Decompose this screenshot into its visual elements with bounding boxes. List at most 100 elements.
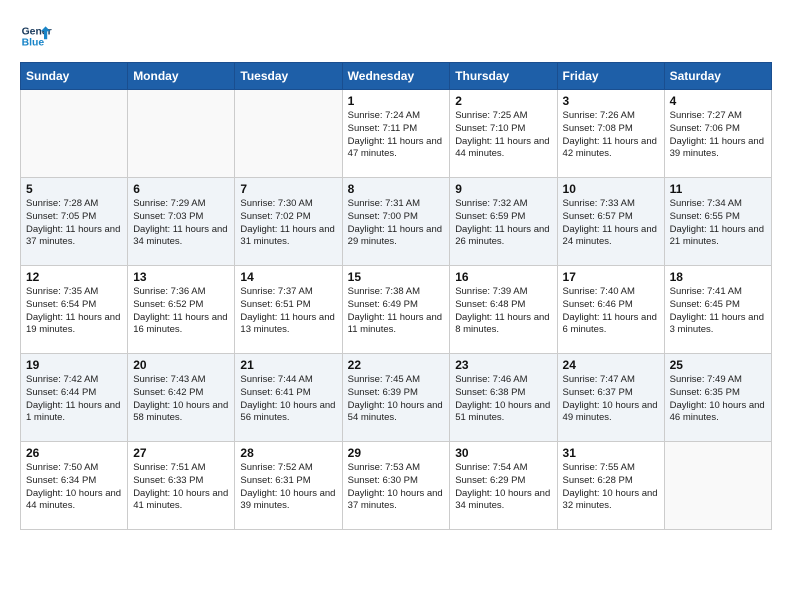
cell-info: Sunrise: 7:27 AM Sunset: 7:06 PM Dayligh… — [670, 110, 766, 161]
cell-info: Sunrise: 7:54 AM Sunset: 6:29 PM Dayligh… — [455, 462, 551, 513]
day-number: 9 — [455, 182, 551, 196]
calendar-cell: 13Sunrise: 7:36 AM Sunset: 6:52 PM Dayli… — [128, 266, 235, 354]
day-number: 24 — [563, 358, 659, 372]
calendar-cell: 26Sunrise: 7:50 AM Sunset: 6:34 PM Dayli… — [21, 442, 128, 530]
day-number: 11 — [670, 182, 766, 196]
calendar-cell: 29 Sunrise: 7:53 AM Sunset: 6:30 PM Dayli… — [342, 442, 450, 530]
day-number: 19 — [26, 358, 122, 372]
logo: General Blue — [20, 20, 56, 52]
page-header: General Blue — [20, 20, 772, 52]
day-number: 20 — [133, 358, 229, 372]
calendar-cell — [21, 90, 128, 178]
cell-info: Sunrise: 7:43 AM Sunset: 6:42 PM Dayligh… — [133, 374, 229, 425]
day-number: 18 — [670, 270, 766, 284]
day-number: 15 — [348, 270, 445, 284]
cell-info: Sunrise: 7:28 AM Sunset: 7:05 PM Dayligh… — [26, 198, 122, 249]
day-number: 12 — [26, 270, 122, 284]
cell-info: Sunrise: 7:34 AM Sunset: 6:55 PM Dayligh… — [670, 198, 766, 249]
cell-info: Sunrise: 7:53 AM Sunset: 6:30 PM Dayligh… — [348, 462, 445, 513]
cell-info: Sunrise: 7:55 AM Sunset: 6:28 PM Dayligh… — [563, 462, 659, 513]
calendar-cell: 2 Sunrise: 7:25 AM Sunset: 7:10 PM Daylig… — [450, 90, 557, 178]
calendar-cell: 1 Sunrise: 7:24 AM Sunset: 7:11 PM Daylig… — [342, 90, 450, 178]
cell-info: Sunrise: 7:44 AM Sunset: 6:41 PM Dayligh… — [240, 374, 336, 425]
calendar-table: SundayMondayTuesdayWednesdayThursdayFrid… — [20, 62, 772, 530]
calendar-cell: 28 Sunrise: 7:52 AM Sunset: 6:31 PM Dayli… — [235, 442, 342, 530]
day-number: 31 — [563, 446, 659, 460]
cell-info: Sunrise: 7:52 AM Sunset: 6:31 PM Dayligh… — [240, 462, 336, 513]
calendar-cell: 23 Sunrise: 7:46 AM Sunset: 6:38 PM Dayli… — [450, 354, 557, 442]
calendar-cell: 9 Sunrise: 7:32 AM Sunset: 6:59 PM Daylig… — [450, 178, 557, 266]
calendar-cell: 31 Sunrise: 7:55 AM Sunset: 6:28 PM Dayli… — [557, 442, 664, 530]
day-number: 27 — [133, 446, 229, 460]
header-row: SundayMondayTuesdayWednesdayThursdayFrid… — [21, 63, 772, 90]
calendar-cell — [128, 90, 235, 178]
day-number: 17 — [563, 270, 659, 284]
cell-info: Sunrise: 7:40 AM Sunset: 6:46 PM Dayligh… — [563, 286, 659, 337]
cell-info: Sunrise: 7:49 AM Sunset: 6:35 PM Dayligh… — [670, 374, 766, 425]
calendar-cell: 22 Sunrise: 7:45 AM Sunset: 6:39 PM Dayli… — [342, 354, 450, 442]
day-number: 21 — [240, 358, 336, 372]
svg-text:General: General — [22, 26, 52, 37]
day-number: 5 — [26, 182, 122, 196]
week-row-5: 26Sunrise: 7:50 AM Sunset: 6:34 PM Dayli… — [21, 442, 772, 530]
calendar-cell: 6Sunrise: 7:29 AM Sunset: 7:03 PM Daylig… — [128, 178, 235, 266]
day-number: 25 — [670, 358, 766, 372]
day-number: 2 — [455, 94, 551, 108]
calendar-cell: 12Sunrise: 7:35 AM Sunset: 6:54 PM Dayli… — [21, 266, 128, 354]
calendar-cell: 14 Sunrise: 7:37 AM Sunset: 6:51 PM Dayli… — [235, 266, 342, 354]
calendar-cell: 21 Sunrise: 7:44 AM Sunset: 6:41 PM Dayli… — [235, 354, 342, 442]
header-cell-monday: Monday — [128, 63, 235, 90]
logo-icon: General Blue — [20, 20, 52, 52]
day-number: 10 — [563, 182, 659, 196]
day-number: 22 — [348, 358, 445, 372]
calendar-cell: 24 Sunrise: 7:47 AM Sunset: 6:37 PM Dayli… — [557, 354, 664, 442]
calendar-cell: 27 Sunrise: 7:51 AM Sunset: 6:33 PM Dayli… — [128, 442, 235, 530]
cell-info: Sunrise: 7:26 AM Sunset: 7:08 PM Dayligh… — [563, 110, 659, 161]
day-number: 3 — [563, 94, 659, 108]
day-number: 4 — [670, 94, 766, 108]
calendar-cell: 5 Sunrise: 7:28 AM Sunset: 7:05 PM Daylig… — [21, 178, 128, 266]
cell-info: Sunrise: 7:39 AM Sunset: 6:48 PM Dayligh… — [455, 286, 551, 337]
cell-info: Sunrise: 7:32 AM Sunset: 6:59 PM Dayligh… — [455, 198, 551, 249]
header-cell-sunday: Sunday — [21, 63, 128, 90]
week-row-4: 19Sunrise: 7:42 AM Sunset: 6:44 PM Dayli… — [21, 354, 772, 442]
calendar-cell: 18 Sunrise: 7:41 AM Sunset: 6:45 PM Dayli… — [664, 266, 771, 354]
calendar-cell: 16 Sunrise: 7:39 AM Sunset: 6:48 PM Dayli… — [450, 266, 557, 354]
cell-info: Sunrise: 7:31 AM Sunset: 7:00 PM Dayligh… — [348, 198, 445, 249]
cell-info: Sunrise: 7:45 AM Sunset: 6:39 PM Dayligh… — [348, 374, 445, 425]
day-number: 28 — [240, 446, 336, 460]
week-row-1: 1 Sunrise: 7:24 AM Sunset: 7:11 PM Daylig… — [21, 90, 772, 178]
day-number: 7 — [240, 182, 336, 196]
cell-info: Sunrise: 7:36 AM Sunset: 6:52 PM Dayligh… — [133, 286, 229, 337]
cell-info: Sunrise: 7:37 AM Sunset: 6:51 PM Dayligh… — [240, 286, 336, 337]
cell-info: Sunrise: 7:38 AM Sunset: 6:49 PM Dayligh… — [348, 286, 445, 337]
calendar-cell: 10Sunrise: 7:33 AM Sunset: 6:57 PM Dayli… — [557, 178, 664, 266]
calendar-cell: 25 Sunrise: 7:49 AM Sunset: 6:35 PM Dayli… — [664, 354, 771, 442]
day-number: 16 — [455, 270, 551, 284]
svg-text:Blue: Blue — [22, 38, 45, 49]
calendar-cell: 30 Sunrise: 7:54 AM Sunset: 6:29 PM Dayli… — [450, 442, 557, 530]
day-number: 8 — [348, 182, 445, 196]
day-number: 23 — [455, 358, 551, 372]
calendar-cell: 3 Sunrise: 7:26 AM Sunset: 7:08 PM Daylig… — [557, 90, 664, 178]
day-number: 14 — [240, 270, 336, 284]
calendar-cell: 20 Sunrise: 7:43 AM Sunset: 6:42 PM Dayli… — [128, 354, 235, 442]
cell-info: Sunrise: 7:24 AM Sunset: 7:11 PM Dayligh… — [348, 110, 445, 161]
calendar-cell: 19Sunrise: 7:42 AM Sunset: 6:44 PM Dayli… — [21, 354, 128, 442]
cell-info: Sunrise: 7:50 AM Sunset: 6:34 PM Dayligh… — [26, 462, 122, 513]
header-cell-saturday: Saturday — [664, 63, 771, 90]
cell-info: Sunrise: 7:51 AM Sunset: 6:33 PM Dayligh… — [133, 462, 229, 513]
day-number: 1 — [348, 94, 445, 108]
week-row-3: 12Sunrise: 7:35 AM Sunset: 6:54 PM Dayli… — [21, 266, 772, 354]
day-number: 30 — [455, 446, 551, 460]
calendar-cell: 4 Sunrise: 7:27 AM Sunset: 7:06 PM Daylig… — [664, 90, 771, 178]
cell-info: Sunrise: 7:46 AM Sunset: 6:38 PM Dayligh… — [455, 374, 551, 425]
cell-info: Sunrise: 7:41 AM Sunset: 6:45 PM Dayligh… — [670, 286, 766, 337]
calendar-cell: 15 Sunrise: 7:38 AM Sunset: 6:49 PM Dayli… — [342, 266, 450, 354]
week-row-2: 5 Sunrise: 7:28 AM Sunset: 7:05 PM Daylig… — [21, 178, 772, 266]
calendar-cell: 17 Sunrise: 7:40 AM Sunset: 6:46 PM Dayli… — [557, 266, 664, 354]
day-number: 29 — [348, 446, 445, 460]
cell-info: Sunrise: 7:30 AM Sunset: 7:02 PM Dayligh… — [240, 198, 336, 249]
cell-info: Sunrise: 7:25 AM Sunset: 7:10 PM Dayligh… — [455, 110, 551, 161]
cell-info: Sunrise: 7:47 AM Sunset: 6:37 PM Dayligh… — [563, 374, 659, 425]
